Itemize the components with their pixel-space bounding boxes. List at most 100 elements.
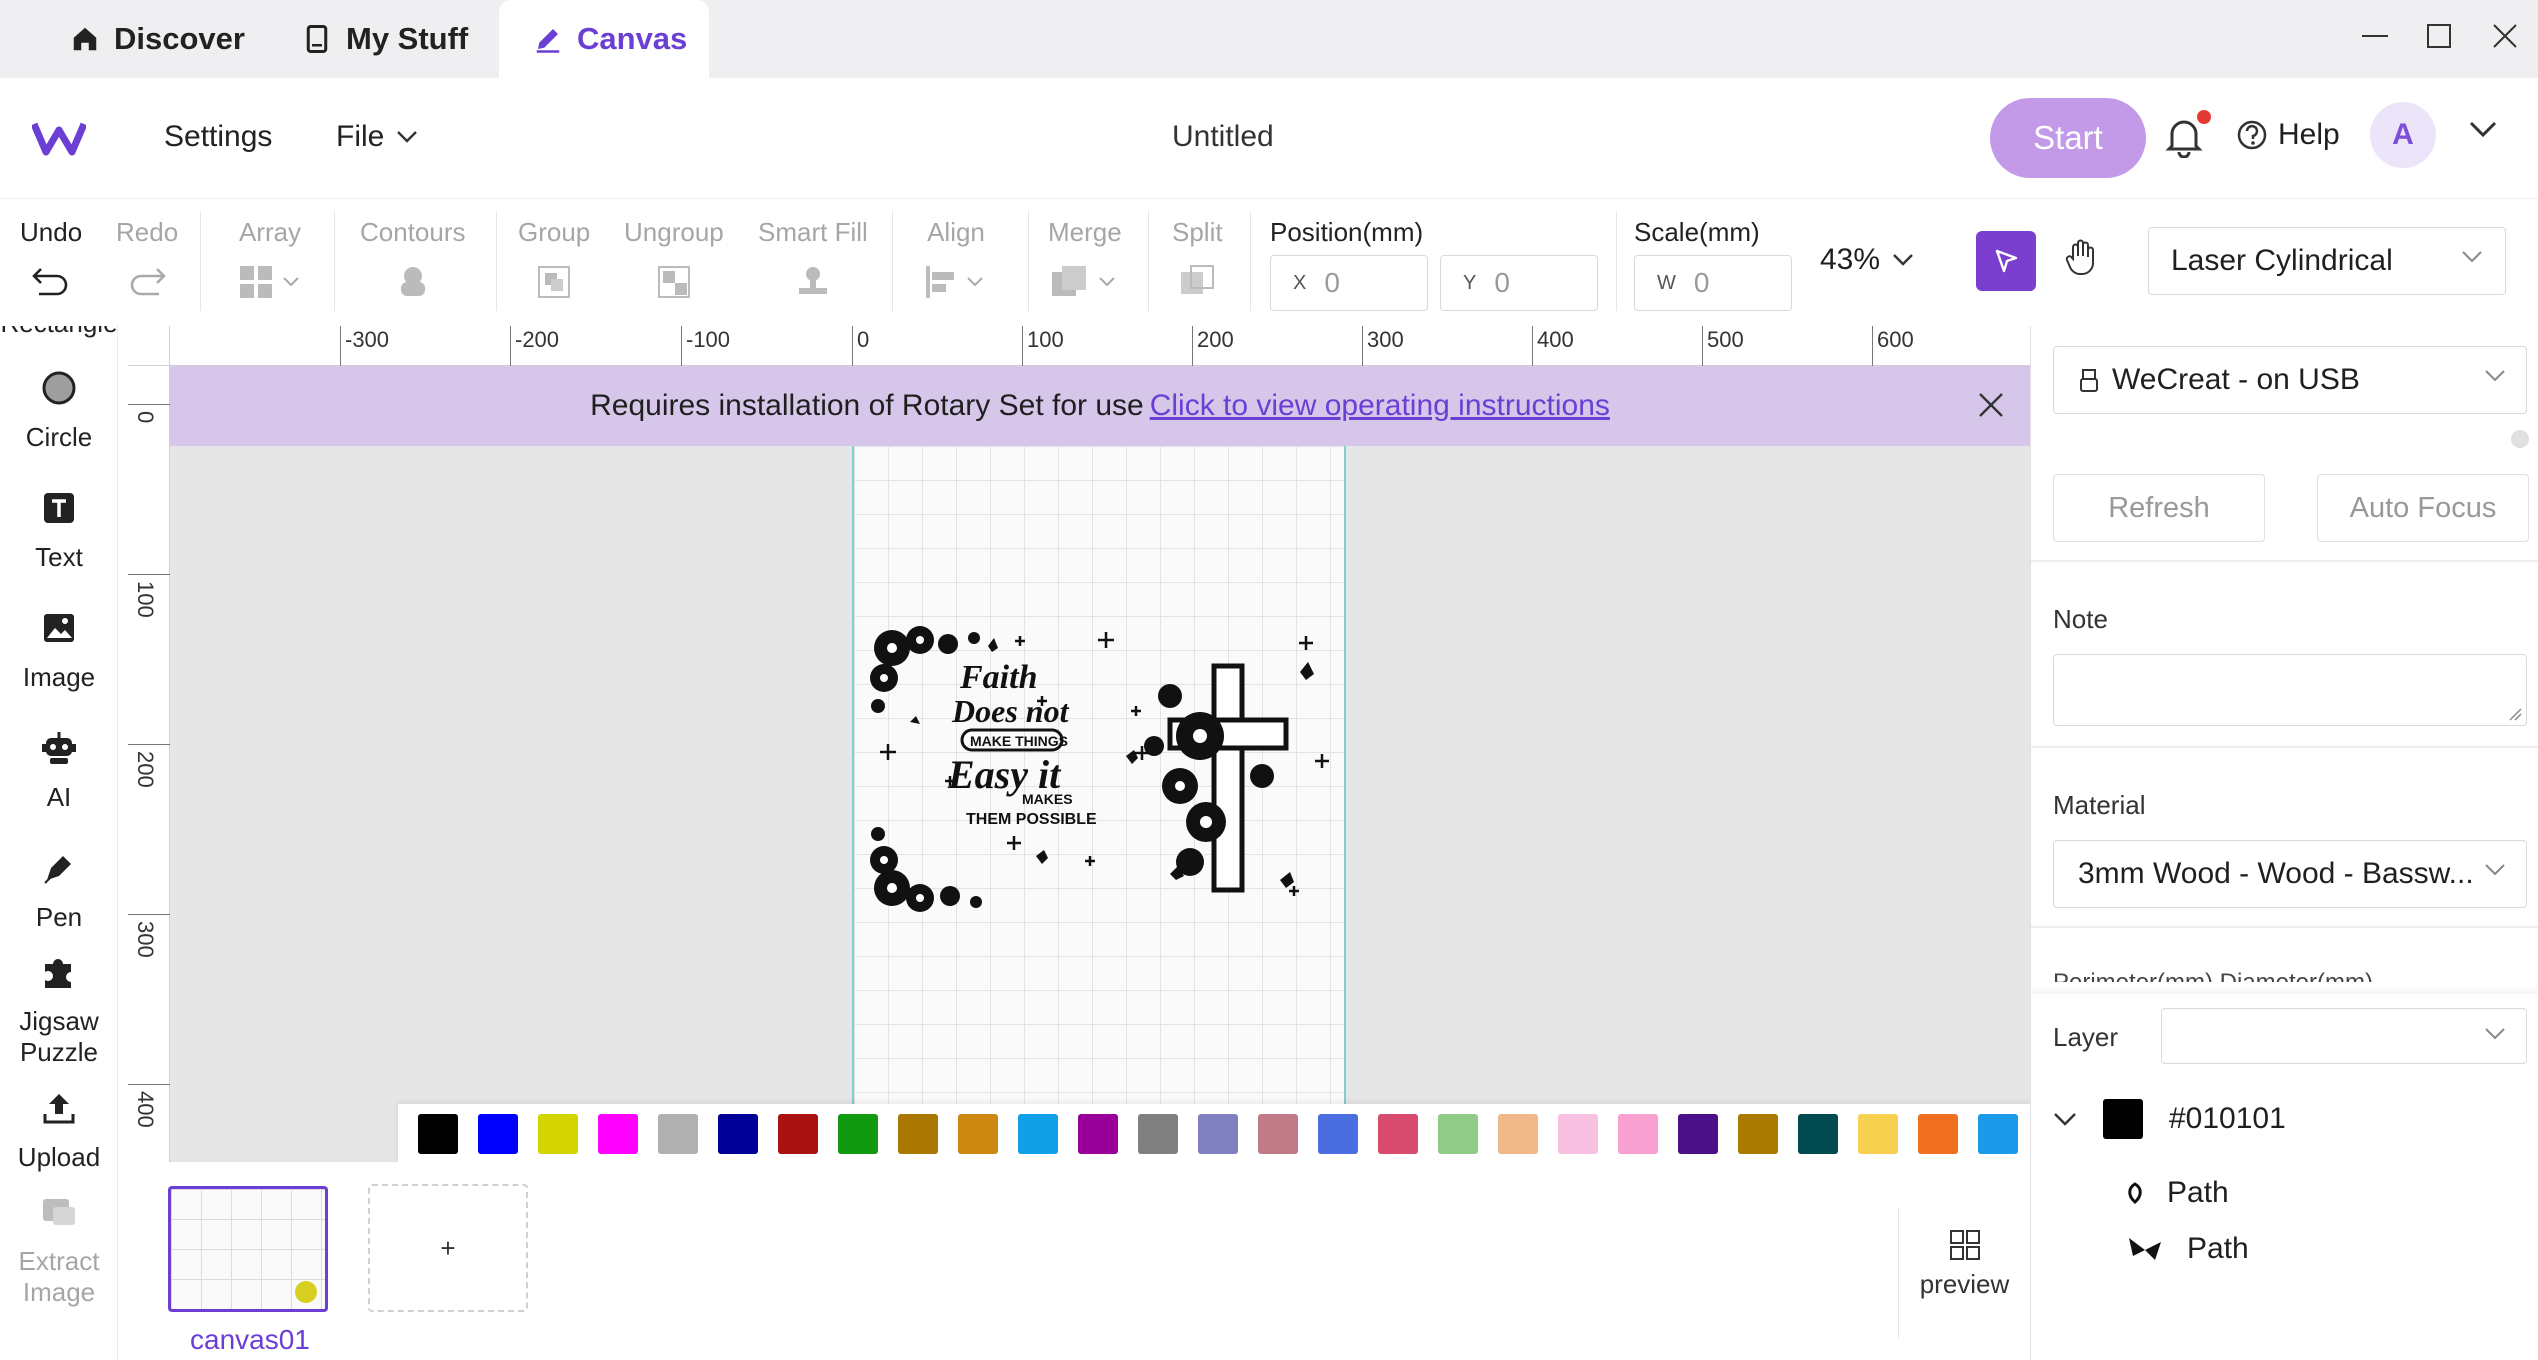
layer-path-item[interactable]: Path bbox=[2125, 1224, 2249, 1274]
array-button[interactable]: Array bbox=[238, 217, 302, 302]
position-x-field[interactable]: X 0 bbox=[1270, 255, 1428, 311]
color-swatch[interactable] bbox=[1918, 1114, 1958, 1154]
tab-my-stuff[interactable]: My Stuff bbox=[302, 0, 468, 78]
contours-icon bbox=[400, 267, 425, 296]
color-swatch[interactable] bbox=[1318, 1114, 1358, 1154]
smart-fill-button[interactable]: Smart Fill bbox=[758, 217, 868, 302]
ungroup-button[interactable]: Ungroup bbox=[624, 217, 724, 302]
horizontal-ruler: -300 -200 -100 0 100 200 300 400 500 600 bbox=[170, 326, 2030, 366]
color-swatch[interactable] bbox=[1678, 1114, 1718, 1154]
layer-color-swatch[interactable] bbox=[2103, 1099, 2143, 1139]
color-swatch[interactable] bbox=[898, 1114, 938, 1154]
select-tool-button[interactable] bbox=[1976, 231, 2036, 291]
tool-text[interactable]: Text bbox=[0, 488, 117, 573]
tool-image[interactable]: Image bbox=[0, 608, 117, 693]
jigsaw-label-line2: Puzzle bbox=[19, 1037, 99, 1067]
operating-instructions-link[interactable]: Click to view operating instructions bbox=[1150, 389, 1610, 423]
tool-pen[interactable]: Pen bbox=[0, 848, 117, 933]
color-swatch[interactable] bbox=[1978, 1114, 2018, 1154]
tool-extract-image[interactable]: Extract Image bbox=[0, 1192, 117, 1308]
note-textarea[interactable] bbox=[2053, 654, 2527, 726]
color-swatch[interactable] bbox=[418, 1114, 458, 1154]
color-swatch[interactable] bbox=[598, 1114, 638, 1154]
color-swatch[interactable] bbox=[718, 1114, 758, 1154]
maximize-button[interactable] bbox=[2414, 14, 2464, 58]
device-select[interactable]: WeCreat - on USB bbox=[2053, 346, 2527, 414]
color-swatch[interactable] bbox=[658, 1114, 698, 1154]
avatar[interactable]: A bbox=[2370, 102, 2436, 168]
undo-button[interactable]: Undo bbox=[20, 217, 82, 302]
canvas-thumbnail-label[interactable]: canvas01 bbox=[190, 1324, 310, 1356]
color-swatch[interactable] bbox=[958, 1114, 998, 1154]
tab-canvas[interactable]: Canvas bbox=[499, 0, 709, 78]
app-logo[interactable] bbox=[32, 118, 86, 158]
zoom-select[interactable]: 43% bbox=[1820, 243, 1914, 277]
layer-path-item[interactable]: Path bbox=[2125, 1168, 2229, 1218]
add-canvas-button[interactable]: + bbox=[368, 1184, 528, 1312]
tab-discover[interactable]: Discover bbox=[70, 0, 245, 78]
tab-my-stuff-label: My Stuff bbox=[346, 21, 469, 56]
machine-type-select[interactable]: Laser Cylindrical bbox=[2148, 227, 2506, 295]
chevron-down-icon[interactable] bbox=[2468, 120, 2498, 140]
color-swatch[interactable] bbox=[1078, 1114, 1118, 1154]
chevron-down-icon[interactable] bbox=[2053, 1111, 2077, 1127]
layer-row[interactable]: #010101 bbox=[2053, 1084, 2286, 1154]
color-swatch[interactable] bbox=[1498, 1114, 1538, 1154]
group-button[interactable]: Group bbox=[518, 217, 590, 302]
tool-jigsaw-puzzle[interactable]: Jigsaw Puzzle bbox=[0, 952, 117, 1068]
color-swatch[interactable] bbox=[1438, 1114, 1478, 1154]
design-canvas[interactable]: Faith Does not MAKE THINGS Easy it MAKES… bbox=[170, 366, 2030, 1162]
canvas-thumbnail[interactable] bbox=[168, 1186, 328, 1312]
color-swatch[interactable] bbox=[778, 1114, 818, 1154]
toolbar-divider bbox=[200, 211, 201, 311]
color-swatch[interactable] bbox=[838, 1114, 878, 1154]
auto-focus-button[interactable]: Auto Focus bbox=[2317, 474, 2529, 542]
color-swatch[interactable] bbox=[1258, 1114, 1298, 1154]
preview-button[interactable]: preview bbox=[1898, 1208, 2030, 1338]
close-icon[interactable] bbox=[1976, 390, 2006, 420]
help-button[interactable]: Help bbox=[2236, 118, 2340, 152]
panel-divider bbox=[2031, 560, 2538, 562]
refresh-button[interactable]: Refresh bbox=[2053, 474, 2265, 542]
position-x-prefix: X bbox=[1293, 271, 1307, 294]
hand-icon[interactable] bbox=[2064, 237, 2098, 277]
undo-label: Undo bbox=[20, 217, 83, 247]
redo-button[interactable]: Redo bbox=[116, 217, 178, 302]
color-swatch[interactable] bbox=[1138, 1114, 1178, 1154]
contours-button[interactable]: Contours bbox=[360, 217, 466, 302]
position-y-field[interactable]: Y 0 bbox=[1440, 255, 1598, 311]
scrollbar-thumb[interactable] bbox=[2511, 430, 2529, 448]
position-y-prefix: Y bbox=[1463, 271, 1477, 294]
align-button[interactable]: Align bbox=[924, 217, 988, 302]
tool-upload[interactable]: Upload bbox=[0, 1088, 117, 1173]
color-swatch[interactable] bbox=[1198, 1114, 1238, 1154]
close-window-button[interactable] bbox=[2480, 14, 2530, 58]
layer-select[interactable] bbox=[2161, 1008, 2527, 1064]
ruler-tick-label: 100 bbox=[133, 581, 158, 618]
tool-ai[interactable]: AI bbox=[0, 728, 117, 813]
tool-circle[interactable]: Circle bbox=[0, 368, 117, 453]
file-menu[interactable]: File bbox=[336, 120, 418, 154]
merge-button[interactable]: Merge bbox=[1048, 217, 1122, 302]
start-button[interactable]: Start bbox=[1990, 98, 2146, 178]
split-button[interactable]: Split bbox=[1172, 217, 1223, 302]
settings-menu[interactable]: Settings bbox=[164, 120, 272, 154]
ruler-tick: 600 bbox=[1872, 326, 1914, 366]
tool-rectangle[interactable]: Rectangle bbox=[0, 326, 117, 339]
color-swatch[interactable] bbox=[1018, 1114, 1058, 1154]
color-swatch[interactable] bbox=[1618, 1114, 1658, 1154]
design-text-line: MAKES bbox=[1022, 791, 1073, 807]
document-title[interactable]: Untitled bbox=[1172, 120, 1274, 154]
color-swatch[interactable] bbox=[538, 1114, 578, 1154]
minimize-button[interactable] bbox=[2350, 14, 2400, 58]
color-swatch[interactable] bbox=[1738, 1114, 1778, 1154]
color-swatch[interactable] bbox=[1378, 1114, 1418, 1154]
color-swatch[interactable] bbox=[1858, 1114, 1898, 1154]
material-select[interactable]: 3mm Wood - Wood - Bassw... bbox=[2053, 840, 2527, 908]
design-text-line: Faith bbox=[959, 659, 1037, 696]
color-swatch[interactable] bbox=[1558, 1114, 1598, 1154]
color-swatch[interactable] bbox=[478, 1114, 518, 1154]
design-artwork[interactable]: Faith Does not MAKE THINGS Easy it MAKES… bbox=[870, 626, 1350, 916]
scale-width-field[interactable]: W 0 bbox=[1634, 255, 1792, 311]
color-swatch[interactable] bbox=[1798, 1114, 1838, 1154]
